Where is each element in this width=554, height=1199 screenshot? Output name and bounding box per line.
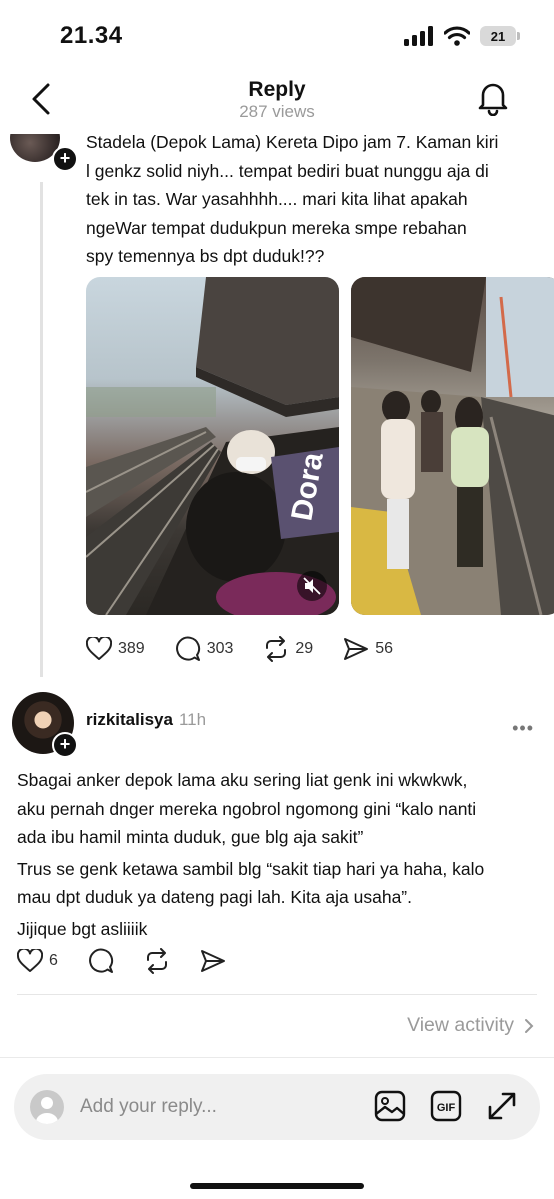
post-text-line: ngeWar tempat dudukpun mereka smpe rebah… — [86, 217, 467, 238]
comment-count: 303 — [206, 640, 234, 657]
repost-button[interactable] — [144, 948, 170, 974]
like-button[interactable]: 389 — [86, 637, 145, 661]
reply-post: + rizkitalisya 11h ••• Sbagai anker depok… — [0, 682, 554, 994]
reply-text-line: Trus se genk ketawa sambil blg “sakit ti… — [17, 858, 485, 879]
repost-icon — [266, 636, 287, 662]
wifi-icon — [444, 26, 470, 46]
reply-composer[interactable]: Add your reply... GIF — [14, 1074, 540, 1140]
composer-tools: GIF — [374, 1090, 518, 1122]
send-icon — [344, 638, 369, 660]
like-button[interactable]: 6 — [17, 949, 58, 973]
cellular-signal-icon — [404, 26, 433, 46]
heart-icon — [86, 637, 112, 660]
divider — [17, 994, 537, 995]
view-activity-link[interactable]: View activity — [407, 1014, 534, 1037]
mute-button[interactable] — [297, 571, 327, 601]
repost-count: 29 — [295, 640, 314, 657]
reply-text: Sbagai anker depok lama aku sering liat … — [17, 766, 547, 943]
speaker-muted-icon — [303, 577, 321, 595]
status-icons: 21 — [404, 26, 520, 46]
reply-text-line: aku pernah dnger mereka ngobrol ngomong … — [17, 798, 477, 819]
post-text-line: tek in tas. War yasahhhh.... mari kita l… — [86, 189, 468, 209]
chevron-right-icon — [525, 1018, 534, 1033]
share-button[interactable] — [200, 949, 226, 973]
thread-line — [40, 182, 43, 677]
divider — [0, 1057, 554, 1058]
original-post: + Stadela (Depok Lama) Kereta Dipo jam 7… — [0, 134, 554, 682]
username-text[interactable]: rizkitalisya — [86, 710, 173, 729]
status-bar: 21.34 21 — [0, 0, 554, 70]
like-count: 389 — [118, 640, 145, 657]
repost-icon — [146, 948, 167, 974]
expand-icon[interactable] — [486, 1090, 518, 1122]
gif-icon[interactable]: GIF — [430, 1090, 462, 1122]
svg-text:GIF: GIF — [437, 1102, 456, 1114]
media-carousel[interactable]: Dora — [86, 277, 554, 615]
share-count: 56 — [375, 640, 393, 657]
avatar — [30, 1090, 64, 1124]
post-text-line: l genkz solid niyh... tempat bediri buat… — [86, 160, 489, 181]
page-title: Reply — [248, 78, 306, 101]
battery-level: 21 — [490, 28, 506, 44]
username[interactable]: rizkitalisya 11h — [86, 710, 206, 730]
share-button[interactable]: 56 — [343, 637, 393, 661]
comment-bubble-icon — [175, 636, 200, 661]
reply-text-line: Jijique bgt asliiiik — [17, 918, 148, 939]
like-count: 6 — [49, 952, 58, 969]
comment-button[interactable] — [88, 948, 114, 974]
reply-input[interactable]: Add your reply... — [80, 1096, 217, 1118]
post-actions: 389 303 29 56 — [86, 636, 423, 662]
reply-text-line: mau dpt duduk ya dateng pagi lah. Kita a… — [17, 887, 412, 907]
comment-bubble-icon — [88, 948, 113, 973]
heart-icon — [17, 949, 43, 972]
home-indicator — [190, 1183, 364, 1189]
post-text: Stadela (Depok Lama) Kereta Dipo jam 7. … — [86, 134, 546, 271]
follow-plus-icon[interactable]: + — [52, 146, 78, 172]
send-icon — [200, 950, 225, 972]
more-options-icon[interactable]: ••• — [512, 718, 534, 739]
follow-plus-icon[interactable]: + — [52, 732, 78, 758]
battery-icon: 21 — [480, 26, 520, 46]
top-nav: Reply 287 views — [0, 70, 554, 134]
timestamp: 11h — [178, 710, 207, 729]
photo-thumbnail[interactable] — [351, 277, 554, 615]
post-text-line: spy temennya bs dpt duduk!?? — [86, 246, 325, 266]
status-time: 21.34 — [60, 22, 123, 49]
view-count: 287 views — [239, 102, 315, 121]
reply-text-line: Sbagai anker depok lama aku sering liat … — [17, 770, 468, 790]
reply-actions: 6 — [17, 948, 256, 974]
post-text-line: Stadela (Depok Lama) Kereta Dipo jam 7. … — [86, 134, 499, 152]
image-icon[interactable] — [374, 1090, 406, 1122]
bell-icon[interactable] — [476, 80, 510, 116]
comment-button[interactable]: 303 — [175, 636, 234, 662]
view-activity-label[interactable]: View activity — [407, 1014, 514, 1037]
repost-button[interactable]: 29 — [263, 636, 313, 662]
video-thumbnail[interactable]: Dora — [86, 277, 339, 615]
reply-text-line: ada ibu hamil minta duduk, gue blg aja s… — [17, 827, 364, 847]
